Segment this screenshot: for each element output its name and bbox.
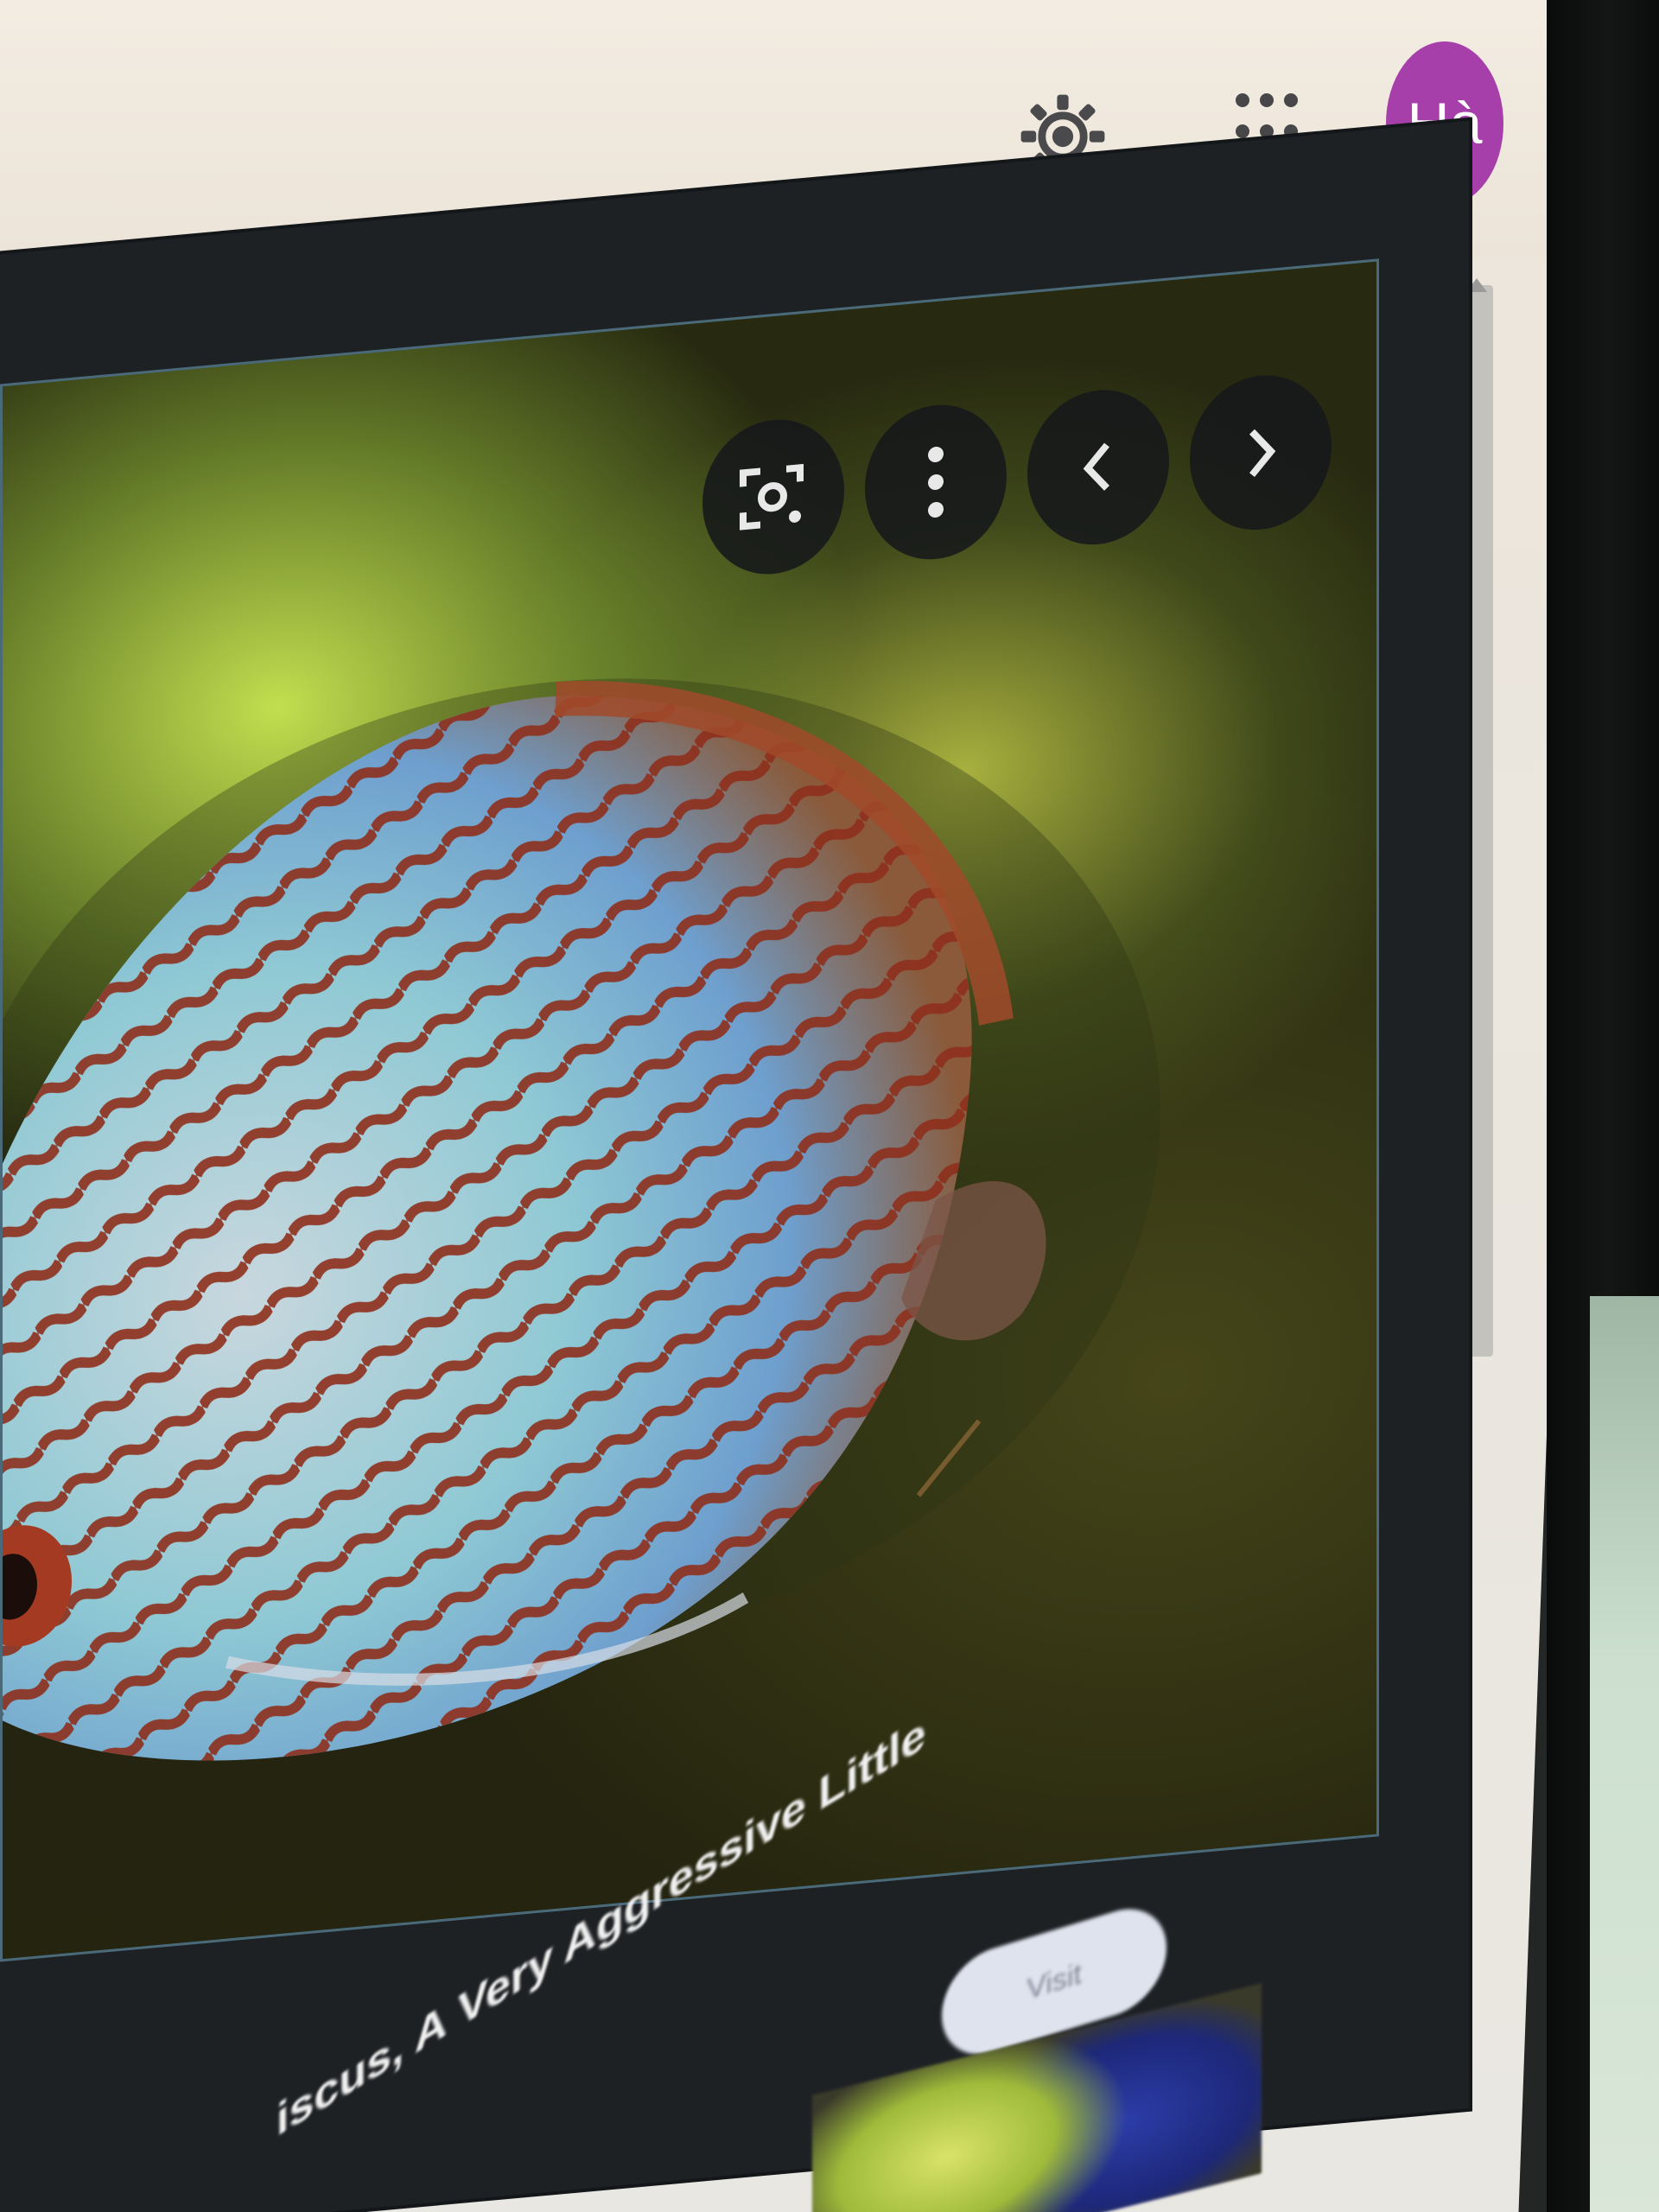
next-icon[interactable] [1190, 369, 1332, 537]
panel-scroll-up-icon[interactable] [1466, 278, 1487, 292]
more-options-icon[interactable] [865, 398, 1007, 566]
browser-page: Hà [0, 0, 1599, 2212]
photo-of-screen: Hà [0, 0, 1659, 2212]
previous-icon[interactable] [1027, 384, 1169, 551]
image-viewer-panel: Visit iscus, A Very Aggressive Little [0, 120, 1469, 2212]
background-surface [1590, 1296, 1659, 2212]
lens-search-icon[interactable] [702, 413, 844, 581]
fish-image[interactable] [0, 258, 1379, 1962]
